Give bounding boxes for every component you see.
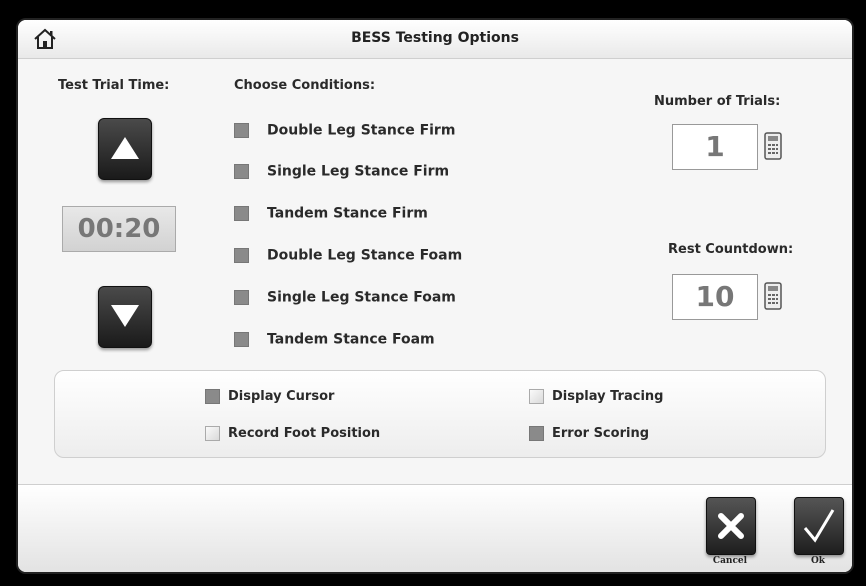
display-tracing-label: Display Tracing bbox=[552, 389, 664, 404]
rest-input[interactable]: 10 bbox=[672, 274, 758, 320]
bess-options-window: BESS Testing Options Test Trial Time: 00… bbox=[16, 18, 854, 574]
cancel-label: Cancel bbox=[712, 556, 748, 566]
condition-checkbox[interactable] bbox=[234, 164, 249, 179]
ok-label: Ok bbox=[810, 556, 826, 566]
condition-item[interactable]: Double Leg Stance Firm bbox=[234, 120, 455, 140]
error-scoring-label: Error Scoring bbox=[552, 426, 649, 441]
calculator-icon[interactable] bbox=[764, 132, 782, 160]
condition-item[interactable]: Double Leg Stance Foam bbox=[234, 245, 462, 265]
condition-label: Double Leg Stance Foam bbox=[267, 247, 463, 264]
window-title: BESS Testing Options bbox=[351, 30, 519, 46]
time-decrease-button[interactable] bbox=[98, 286, 152, 348]
condition-checkbox[interactable] bbox=[234, 290, 249, 305]
calculator-icon[interactable] bbox=[764, 282, 782, 310]
display-cursor-option[interactable]: Display Cursor bbox=[205, 386, 334, 405]
cancel-button[interactable] bbox=[706, 497, 756, 555]
condition-item[interactable]: Tandem Stance Firm bbox=[234, 203, 428, 223]
condition-item[interactable]: Single Leg Stance Foam bbox=[234, 287, 456, 307]
condition-label: Single Leg Stance Foam bbox=[267, 289, 456, 306]
trial-time-display: 00:20 bbox=[62, 206, 176, 252]
condition-label: Tandem Stance Foam bbox=[267, 331, 435, 348]
condition-item[interactable]: Tandem Stance Foam bbox=[234, 329, 435, 349]
display-cursor-checkbox[interactable] bbox=[205, 389, 220, 404]
error-scoring-checkbox[interactable] bbox=[529, 426, 544, 441]
title-bar: BESS Testing Options bbox=[18, 20, 852, 59]
x-icon bbox=[718, 513, 744, 539]
condition-checkbox[interactable] bbox=[234, 123, 249, 138]
display-tracing-option[interactable]: Display Tracing bbox=[529, 386, 663, 405]
condition-checkbox[interactable] bbox=[234, 332, 249, 347]
record-foot-position-checkbox[interactable] bbox=[205, 426, 220, 441]
record-foot-position-option[interactable]: Record Foot Position bbox=[205, 423, 380, 442]
rest-label: Rest Countdown: bbox=[668, 242, 794, 257]
conditions-label: Choose Conditions: bbox=[234, 78, 376, 93]
condition-checkbox[interactable] bbox=[234, 206, 249, 221]
arrow-down-icon bbox=[111, 305, 139, 327]
condition-checkbox[interactable] bbox=[234, 248, 249, 263]
display-cursor-label: Display Cursor bbox=[228, 389, 335, 404]
arrow-up-icon bbox=[111, 137, 139, 159]
checkmark-icon bbox=[803, 509, 835, 543]
trials-label: Number of Trials: bbox=[654, 94, 781, 109]
condition-label: Double Leg Stance Firm bbox=[267, 122, 456, 139]
error-scoring-option[interactable]: Error Scoring bbox=[529, 423, 649, 442]
trial-time-label: Test Trial Time: bbox=[58, 78, 170, 93]
record-foot-position-label: Record Foot Position bbox=[228, 426, 381, 441]
footer-bar: Cancel Ok bbox=[18, 484, 852, 572]
trials-input[interactable]: 1 bbox=[672, 124, 758, 170]
condition-item[interactable]: Single Leg Stance Firm bbox=[234, 161, 449, 181]
condition-label: Single Leg Stance Firm bbox=[267, 163, 450, 180]
time-increase-button[interactable] bbox=[98, 118, 152, 180]
display-tracing-checkbox[interactable] bbox=[529, 389, 544, 404]
display-options-panel: Display Cursor Display Tracing Record Fo… bbox=[54, 370, 826, 458]
condition-label: Tandem Stance Firm bbox=[267, 205, 428, 222]
ok-button[interactable] bbox=[794, 497, 844, 555]
